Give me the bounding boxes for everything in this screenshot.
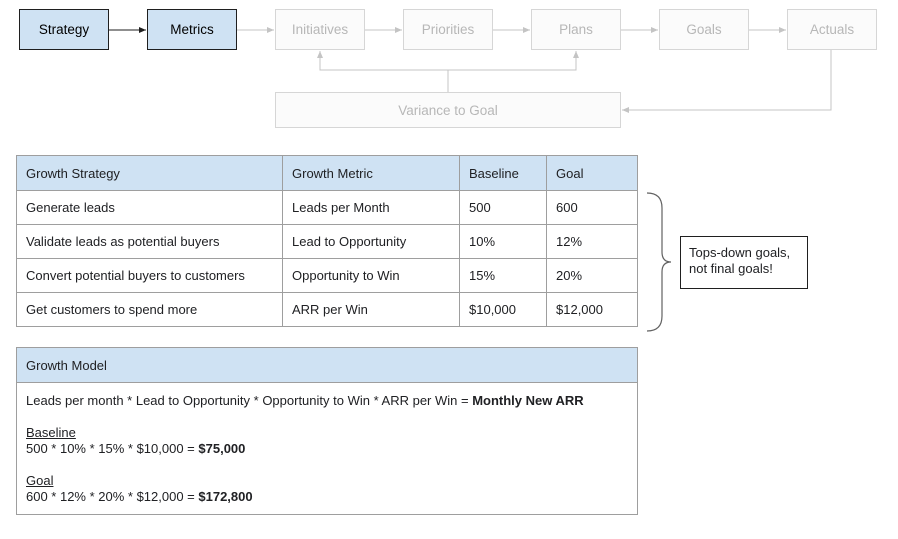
table-row: Convert potential buyers to customers Op… — [16, 258, 638, 293]
header-baseline: Baseline — [459, 155, 547, 191]
table-row: Validate leads as potential buyers Lead … — [16, 224, 638, 259]
arrow-variance-plans — [448, 51, 579, 71]
cell-goal: 12% — [546, 224, 638, 259]
flow-node-metrics: Metrics — [147, 9, 237, 50]
cell-baseline: $10,000 — [459, 292, 547, 327]
table-row: Generate leads Leads per Month 500 600 — [16, 190, 638, 225]
cell-baseline: 10% — [459, 224, 547, 259]
baseline-label: Baseline — [26, 425, 76, 440]
baseline-line: 500 * 10% * 15% * $10,000 = $75,000 — [26, 441, 628, 457]
callout-line-1: Tops-down goals, — [689, 245, 791, 260]
header-growth-strategy: Growth Strategy — [16, 155, 283, 191]
cell-strategy: Get customers to spend more — [16, 292, 283, 327]
flow-node-plans: Plans — [531, 9, 621, 50]
cell-strategy: Validate leads as potential buyers — [16, 224, 283, 259]
flow-node-strategy: Strategy — [19, 9, 109, 50]
callout-note: Tops-down goals, not final goals! — [680, 236, 808, 289]
header-goal: Goal — [546, 155, 638, 191]
flow-node-actuals: Actuals — [787, 9, 877, 50]
cell-strategy: Generate leads — [16, 190, 283, 225]
cell-baseline: 15% — [459, 258, 547, 293]
cell-goal: 600 — [546, 190, 638, 225]
arrow-actuals-variance — [622, 50, 832, 113]
flow-node-initiatives: Initiatives — [275, 9, 365, 50]
growth-model-body: Leads per month * Lead to Opportunity * … — [17, 383, 637, 505]
cell-metric: Lead to Opportunity — [282, 224, 460, 259]
growth-model-box: Growth Model Leads per month * Lead to O… — [16, 347, 638, 515]
baseline-result: $75,000 — [198, 441, 246, 456]
flow-node-priorities: Priorities — [403, 9, 493, 50]
goal-result: $172,800 — [198, 489, 253, 504]
growth-strategy-table: Growth Strategy Growth Metric Baseline G… — [16, 155, 638, 327]
formula-result: Monthly New ARR — [472, 393, 584, 408]
callout-line-2: not final goals! — [689, 261, 773, 276]
header-growth-metric: Growth Metric — [282, 155, 460, 191]
goal-calc: 600 * 12% * 20% * $12,000 = — [26, 489, 199, 504]
flow-node-variance: Variance to Goal — [275, 92, 621, 128]
goal-line: 600 * 12% * 20% * $12,000 = $172,800 — [26, 489, 628, 505]
cell-strategy: Convert potential buyers to customers — [16, 258, 283, 293]
flow-node-goals: Goals — [659, 9, 749, 50]
cell-goal: 20% — [546, 258, 638, 293]
table-header-row: Growth Strategy Growth Metric Baseline G… — [16, 155, 638, 191]
cell-metric: ARR per Win — [282, 292, 460, 327]
cell-baseline: 500 — [459, 190, 547, 225]
formula-text: Leads per month * Lead to Opportunity * … — [26, 393, 473, 408]
cell-metric: Opportunity to Win — [282, 258, 460, 293]
cell-metric: Leads per Month — [282, 190, 460, 225]
goal-label: Goal — [26, 473, 54, 488]
baseline-calc: 500 * 10% * 15% * $10,000 = — [26, 441, 199, 456]
arrow-variance-initiatives — [317, 51, 448, 71]
growth-model-title: Growth Model — [17, 348, 637, 383]
curly-brace — [646, 192, 672, 332]
table-row: Get customers to spend more ARR per Win … — [16, 292, 638, 327]
formula-line: Leads per month * Lead to Opportunity * … — [26, 393, 628, 409]
cell-goal: $12,000 — [546, 292, 638, 327]
